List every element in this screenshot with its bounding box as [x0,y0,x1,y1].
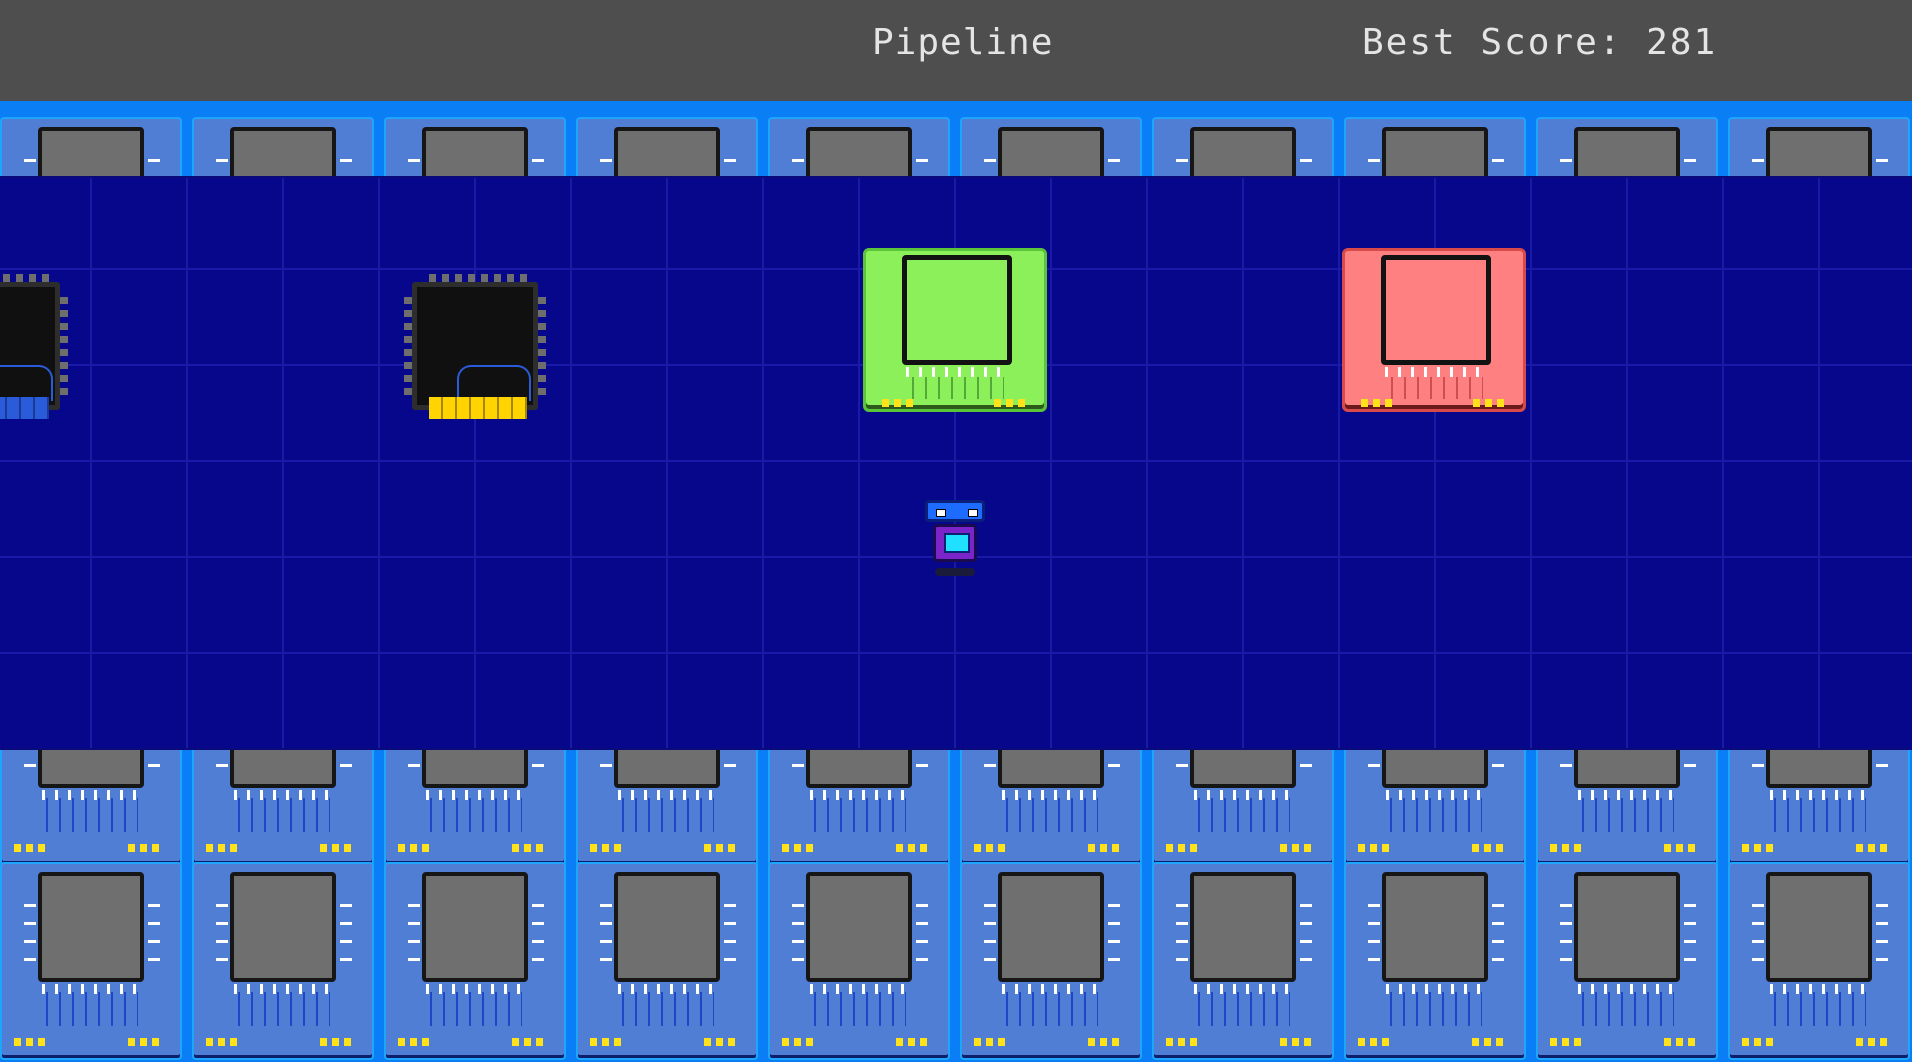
header-bar: Pipeline Best Score: 281 [0,0,1912,101]
circuit-tile [192,862,374,1060]
game-board[interactable] [0,178,1912,748]
robot-body [933,524,977,562]
cpu-die-icon [1382,872,1488,982]
red-processor-icon [1381,255,1491,365]
robot-head [925,500,985,522]
cpu-die-icon [230,872,336,982]
chip[interactable] [404,274,546,419]
best-score: Best Score: 281 [1362,22,1717,63]
green-processor-icon [902,255,1012,365]
green-station[interactable] [863,248,1047,412]
circuit-tile [576,862,758,1060]
red-station[interactable] [1342,248,1526,412]
circuit-tile [0,862,182,1060]
circuit-tile [1728,862,1910,1060]
cpu-die-icon [1766,872,1872,982]
circuit-tile [1152,862,1334,1060]
best-score-label: Best Score: [1362,22,1623,63]
circuit-tile [960,862,1142,1060]
circuit-tile [1536,862,1718,1060]
cpu-die-icon [806,872,912,982]
cpu-die-icon [614,872,720,982]
circuit-tile [384,862,566,1060]
cpu-die-icon [1190,872,1296,982]
cpu-die-icon [998,872,1104,982]
cpu-die-icon [1574,872,1680,982]
chip-partial[interactable] [0,274,68,419]
game-title: Pipeline [872,22,1054,63]
circuit-tile [768,862,950,1060]
cpu-die-icon [422,872,528,982]
cpu-die-icon [38,872,144,982]
robot-icon[interactable] [923,500,987,580]
best-score-value: 281 [1646,22,1718,63]
circuit-tile [1344,862,1526,1060]
tile-row-bottom [0,862,1912,1062]
